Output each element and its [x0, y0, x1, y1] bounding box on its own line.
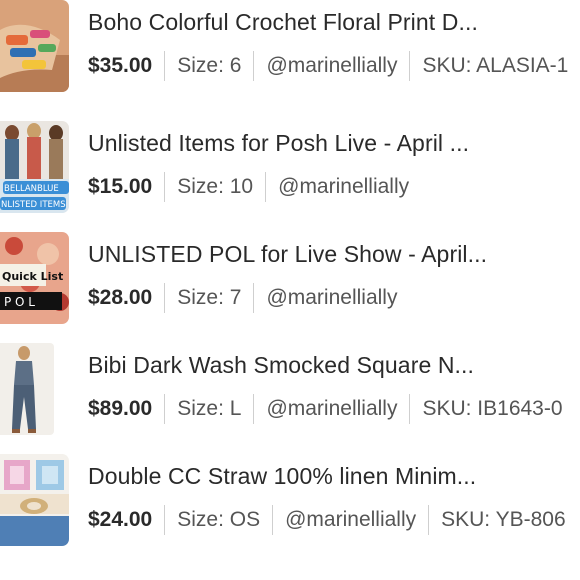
- listing-meta: $28.00 Size: 7 @marinellially: [88, 282, 580, 314]
- jumpsuit-photo: [0, 343, 54, 435]
- sandals-photo: [0, 0, 69, 92]
- listing-price: $35.00: [88, 54, 153, 77]
- straw-bag-photo: [0, 454, 69, 546]
- listing-sku: SKU: YB-806: [441, 508, 566, 531]
- listing-meta: $24.00 Size: OS @marinellially SKU: YB-8…: [88, 504, 580, 536]
- listing-thumbnail[interactable]: [0, 343, 54, 435]
- listing-price: $89.00: [88, 397, 153, 420]
- listing-size: Size: 6: [177, 54, 242, 77]
- floral-dress-photo: Quick List P O L: [0, 232, 69, 324]
- listing-row[interactable]: Bibi Dark Wash Smocked Square N... $89.0…: [0, 343, 580, 439]
- listing-seller[interactable]: @marinellially: [278, 175, 409, 199]
- thumb-label: Quick List: [2, 270, 63, 283]
- divider: [253, 283, 255, 313]
- listing-thumbnail[interactable]: [0, 454, 69, 546]
- divider: [409, 51, 411, 81]
- divider: [164, 51, 166, 81]
- listing-title[interactable]: Unlisted Items for Posh Live - April ...: [88, 130, 580, 157]
- divider: [265, 172, 267, 202]
- listing-size: Size: L: [177, 397, 242, 420]
- divider: [253, 394, 255, 424]
- divider: [409, 394, 411, 424]
- divider: [428, 505, 430, 535]
- listing-title[interactable]: Double CC Straw 100% linen Minim...: [88, 463, 580, 490]
- listing-title[interactable]: Boho Colorful Crochet Floral Print D...: [88, 9, 580, 36]
- listing-title[interactable]: Bibi Dark Wash Smocked Square N...: [88, 352, 580, 379]
- divider: [164, 394, 166, 424]
- listing-size: Size: 10: [177, 175, 254, 198]
- listing-seller[interactable]: @marinellially: [266, 54, 397, 78]
- thumb-label: BELLANBLUE: [4, 184, 59, 194]
- listing-row[interactable]: Double CC Straw 100% linen Minim... $24.…: [0, 454, 580, 550]
- thumb-label: P O L: [4, 295, 35, 309]
- thumb-label: NLISTED ITEMS: [1, 200, 66, 210]
- listing-size: Size: OS: [177, 508, 261, 531]
- listing-price: $15.00: [88, 175, 153, 198]
- listing-seller[interactable]: @marinellially: [266, 286, 397, 310]
- divider: [164, 172, 166, 202]
- divider: [164, 505, 166, 535]
- listing-seller[interactable]: @marinellially: [266, 397, 397, 421]
- listing-sku: SKU: IB1643-0: [422, 397, 563, 420]
- listing-price: $28.00: [88, 286, 153, 309]
- listing-row[interactable]: Boho Colorful Crochet Floral Print D... …: [0, 0, 580, 96]
- listing-row[interactable]: Quick List P O L UNLISTED POL for Live S…: [0, 232, 580, 328]
- listing-thumbnail[interactable]: Quick List P O L: [0, 232, 69, 324]
- listing-sku: SKU: ALASIA-1: [422, 54, 569, 77]
- divider: [253, 51, 255, 81]
- listing-meta: $35.00 Size: 6 @marinellially SKU: ALASI…: [88, 50, 580, 82]
- listing-seller[interactable]: @marinellially: [285, 508, 416, 532]
- listing-list: Boho Colorful Crochet Floral Print D... …: [0, 0, 580, 580]
- listing-title[interactable]: UNLISTED POL for Live Show - April...: [88, 241, 580, 268]
- divider: [164, 283, 166, 313]
- listing-size: Size: 7: [177, 286, 242, 309]
- listing-thumbnail[interactable]: [0, 0, 69, 92]
- listing-meta: $15.00 Size: 10 @marinellially: [88, 171, 580, 203]
- listing-row[interactable]: BELLANBLUE NLISTED ITEMS Unlisted Items …: [0, 121, 580, 217]
- models-photo: BELLANBLUE NLISTED ITEMS: [0, 121, 69, 213]
- listing-thumbnail[interactable]: BELLANBLUE NLISTED ITEMS: [0, 121, 69, 213]
- listing-price: $24.00: [88, 508, 153, 531]
- listing-meta: $89.00 Size: L @marinellially SKU: IB164…: [88, 393, 580, 425]
- divider: [272, 505, 274, 535]
